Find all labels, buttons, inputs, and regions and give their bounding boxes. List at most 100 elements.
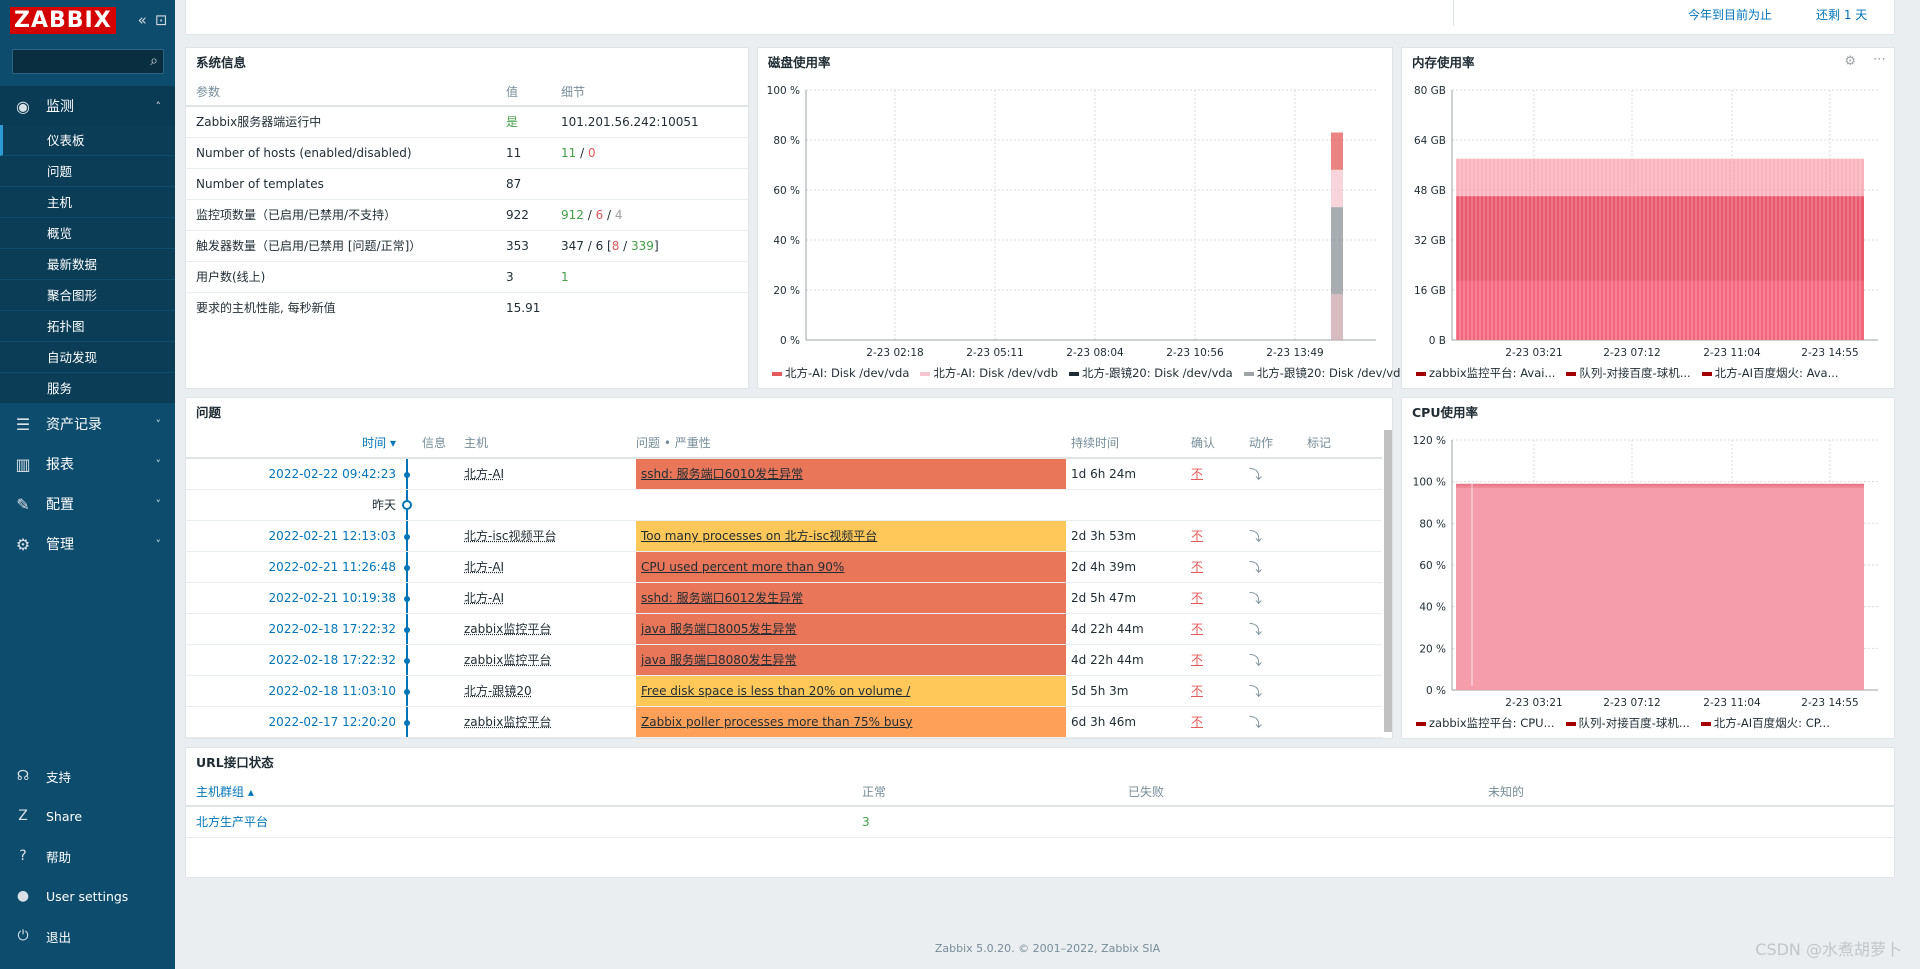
wrench-icon: ✎ xyxy=(16,494,30,514)
remaining-link[interactable]: 还剩 1 天 xyxy=(1816,6,1867,23)
x-tick-label: 2-23 11:04 xyxy=(1703,347,1761,358)
column-header-group[interactable]: 主机群组 ▴ xyxy=(186,778,862,807)
actions-icon[interactable]: ⤵ xyxy=(1249,592,1262,607)
nav-support[interactable]: ☊ 支持 xyxy=(0,758,175,794)
nav-signout[interactable]: ⏻ 退出 xyxy=(0,918,175,954)
problem-time-link[interactable]: 2022-02-22 09:42:23 xyxy=(186,458,406,490)
host-link[interactable]: zabbix监控平台 xyxy=(464,622,551,636)
gear-icon[interactable]: ⚙ xyxy=(1844,54,1856,69)
host-link[interactable]: zabbix监控平台 xyxy=(464,715,551,729)
nav-help[interactable]: ? 帮助 xyxy=(0,838,175,874)
submenu-hosts[interactable]: 主机 xyxy=(0,187,175,218)
problem-link[interactable]: sshd: 服务端口6010发生异常 xyxy=(636,467,803,481)
submenu-services[interactable]: 服务 xyxy=(0,373,175,404)
submenu-maps[interactable]: 拓扑图 xyxy=(0,311,175,342)
actions-icon[interactable]: ⤵ xyxy=(1249,623,1262,638)
nav-user-settings[interactable]: ● User settings xyxy=(0,878,175,914)
y-tick-label: 0 B xyxy=(1429,335,1446,347)
problem-link[interactable]: sshd: 服务端口6012发生异常 xyxy=(636,591,803,605)
nav-configuration[interactable]: ✎ 配置 ˅ xyxy=(0,484,175,524)
problem-time-link[interactable]: 2022-02-18 11:03:10 xyxy=(186,675,406,707)
ack-cell: 不 xyxy=(1191,582,1249,614)
collapse-sidebar-icon[interactable]: « xyxy=(138,11,147,29)
y-tick-label: 100 % xyxy=(767,85,800,97)
actions-icon[interactable]: ⤵ xyxy=(1249,530,1262,545)
ack-link[interactable]: 不 xyxy=(1191,560,1203,574)
problem-link[interactable]: CPU used percent more than 90% xyxy=(636,560,844,574)
ack-link[interactable]: 不 xyxy=(1191,715,1203,729)
host-link[interactable]: 北方-AI xyxy=(464,560,504,574)
host-link[interactable]: 北方-跟镜20 xyxy=(464,684,532,698)
ack-link[interactable]: 不 xyxy=(1191,529,1203,543)
ok-count[interactable]: 3 xyxy=(862,806,1128,838)
actions-icon[interactable]: ⤵ xyxy=(1249,685,1262,700)
problem-link[interactable]: Too many processes on 北方-isc视频平台 xyxy=(636,529,877,543)
host-cell: 北方-AI xyxy=(464,458,636,490)
table-row: Number of hosts (enabled/disabled) 11 11… xyxy=(186,137,748,169)
period-link[interactable]: 今年到目前为止 xyxy=(1688,6,1772,23)
problem-time-link[interactable]: 2022-02-21 12:13:03 xyxy=(186,520,406,552)
problem-link[interactable]: java 服务端口8080发生异常 xyxy=(636,653,797,667)
host-link[interactable]: 北方-AI xyxy=(464,467,504,481)
problems-widget: 问题 时间 ▾ 信息 主机 问题 • 严重性 持续时间 确认 动作 标记 202… xyxy=(185,397,1393,739)
y-tick-label: 64 GB xyxy=(1414,135,1446,147)
detail-cell: 912 / 6 / 4 xyxy=(561,199,748,231)
ack-link[interactable]: 不 xyxy=(1191,684,1203,698)
problem-time-link[interactable]: 2022-02-18 17:22:32 xyxy=(186,644,406,676)
zabbix-logo[interactable]: ZABBIX xyxy=(10,6,116,34)
nav-monitoring[interactable]: ◉ 监测 ˄ xyxy=(0,86,175,126)
actions-icon[interactable]: ⤵ xyxy=(1249,654,1262,669)
problem-time-link[interactable]: 2022-02-21 11:26:48 xyxy=(186,551,406,583)
chevron-down-icon: ˅ xyxy=(155,537,162,551)
actions-icon[interactable]: ⤵ xyxy=(1249,716,1262,731)
host-link[interactable]: 北方-isc视频平台 xyxy=(464,529,557,543)
nav-inventory-label: 资产记录 xyxy=(46,417,102,433)
problem-link[interactable]: java 服务端口8005发生异常 xyxy=(636,622,797,636)
submenu-overview[interactable]: 概览 xyxy=(0,218,175,249)
submenu-screens[interactable]: 聚合图形 xyxy=(0,280,175,311)
nav-reports[interactable]: ▥ 报表 ˅ xyxy=(0,444,175,484)
actions-icon[interactable]: ⤵ xyxy=(1249,561,1262,576)
ack-cell: 不 xyxy=(1191,551,1249,583)
y-tick-label: 80 % xyxy=(1419,518,1446,530)
submenu-discovery[interactable]: 自动发现 xyxy=(0,342,175,373)
timeline-cell xyxy=(404,644,464,676)
problem-time-link[interactable]: 2022-02-18 17:22:32 xyxy=(186,613,406,645)
scrollbar[interactable] xyxy=(1384,430,1392,732)
disk-usage-chart: 100 % 80 % 60 % 40 % 20 % 0 % 2-23 02:18 2-23 0… xyxy=(767,85,1376,358)
tags-cell xyxy=(1307,551,1382,583)
x-tick-label: 2-23 03:21 xyxy=(1505,697,1562,708)
submenu-problems[interactable]: 问题 xyxy=(0,156,175,187)
host-link[interactable]: 北方-AI xyxy=(464,591,504,605)
footer: Zabbix 5.0.20. © 2001–2022, Zabbix SIA xyxy=(934,942,1161,955)
legend-item: 北方-AI: Disk /dev/vdb xyxy=(920,366,1058,380)
ack-link[interactable]: 不 xyxy=(1191,467,1203,481)
user-icon: ● xyxy=(16,888,30,904)
ack-link[interactable]: 不 xyxy=(1191,591,1203,605)
sidebar-search-input[interactable]: ⌕ xyxy=(12,49,164,74)
timeline-dot xyxy=(404,688,410,695)
tags-cell xyxy=(1307,520,1382,552)
nav-administration[interactable]: ⚙ 管理 ˅ xyxy=(0,524,175,564)
actions-icon[interactable]: ⤵ xyxy=(1249,468,1262,483)
disk-series-area xyxy=(1331,207,1343,295)
action-cell: ⤵ xyxy=(1249,520,1307,552)
nav-inventory[interactable]: ☰ 资产记录 ˅ xyxy=(0,404,175,444)
problem-time-link[interactable]: 2022-02-17 12:20:20 xyxy=(186,706,406,738)
submenu-latest-data[interactable]: 最新数据 xyxy=(0,249,175,280)
host-link[interactable]: zabbix监控平台 xyxy=(464,653,551,667)
column-header-time[interactable]: 时间 ▾ xyxy=(186,428,406,459)
search-icon[interactable]: ⌕ xyxy=(150,53,158,69)
host-group-link[interactable]: 北方生产平台 xyxy=(186,806,862,838)
ack-link[interactable]: 不 xyxy=(1191,653,1203,667)
table-row: 用户数(线上) 3 1 xyxy=(186,261,748,293)
more-options-icon[interactable]: ⋯ xyxy=(1873,52,1886,67)
share-icon: Z xyxy=(18,808,28,824)
submenu-dashboard[interactable]: 仪表板 xyxy=(0,125,175,156)
nav-share[interactable]: Z Share xyxy=(0,798,175,834)
problem-time-link[interactable]: 2022-02-21 10:19:38 xyxy=(186,582,406,614)
problem-link[interactable]: Zabbix poller processes more than 75% bu… xyxy=(636,715,912,729)
kiosk-mode-icon[interactable]: ⊡ xyxy=(155,11,168,29)
ack-link[interactable]: 不 xyxy=(1191,622,1203,636)
problem-link[interactable]: Free disk space is less than 20% on volu… xyxy=(636,684,910,698)
